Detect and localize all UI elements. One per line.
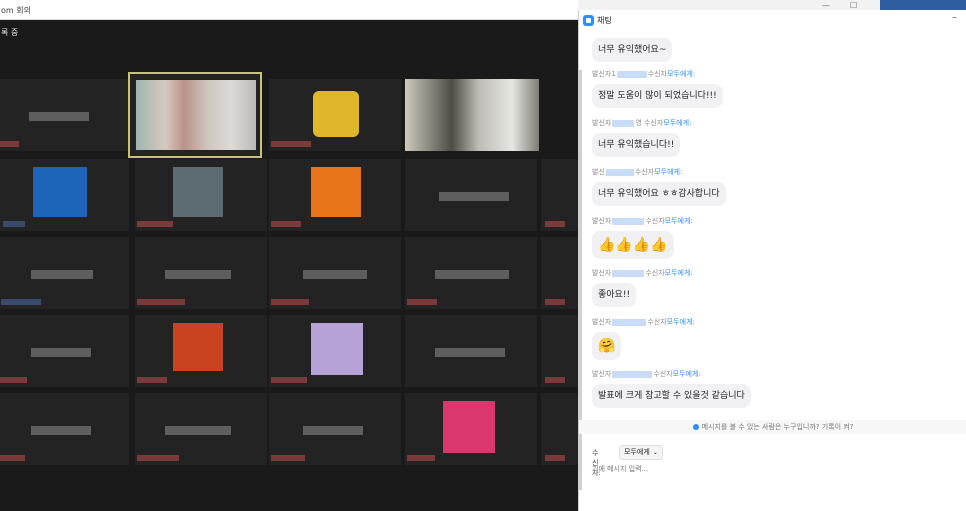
chat-header: 채팅 – bbox=[579, 10, 966, 30]
participant-avatar bbox=[33, 167, 87, 217]
chat-message-bubble: 너무 유익했어요~ bbox=[592, 38, 673, 62]
meeting-titlebar: om 회의 bbox=[0, 0, 578, 20]
participant-tile[interactable] bbox=[268, 236, 402, 310]
participant-tile[interactable] bbox=[268, 392, 402, 466]
chat-message-bubble: 🤗 bbox=[592, 332, 622, 360]
participant-tile[interactable] bbox=[404, 314, 538, 388]
chat-message-list: 너무 유익했어요~ 발신자1 수신자모두에게: 정말 도움이 많이 되었습니다!!… bbox=[579, 32, 966, 417]
chat-message-bubble: 👍👍👍👍 bbox=[592, 231, 674, 259]
participant-avatar bbox=[443, 401, 495, 453]
participant-tile[interactable] bbox=[268, 78, 402, 152]
sender-name: 발신 bbox=[592, 168, 605, 176]
background-window-edge bbox=[880, 0, 966, 10]
recipient-prefix: 영 수신자 bbox=[635, 119, 664, 127]
sender-name: 발신자 bbox=[592, 269, 612, 277]
participant-tile-speaking[interactable] bbox=[128, 72, 262, 158]
chat-panel: 채팅 – 너무 유익했어요~ 발신자1 수신자모두에게: 정말 도움이 많이 되었… bbox=[578, 10, 966, 511]
recipient-prefix: 수신자 bbox=[645, 217, 665, 225]
participant-avatar bbox=[173, 323, 223, 371]
chat-minimize-button[interactable]: – bbox=[952, 12, 957, 23]
participant-tile[interactable] bbox=[268, 314, 402, 388]
chat-message-bubble: 너무 유익했습니다!! bbox=[592, 133, 681, 157]
participant-avatar bbox=[313, 91, 359, 137]
chat-message-header: 발신자 수신자모두에게: bbox=[592, 216, 693, 226]
chat-message-header: 발신자 수신자모두에게: bbox=[592, 268, 693, 278]
recipient-everyone-link[interactable]: 모두에게: bbox=[663, 119, 691, 127]
recipient-prefix: 수신자 bbox=[634, 168, 655, 176]
sender-name: 발신자1 bbox=[592, 70, 616, 78]
chat-message-bubble: 정말 도움이 많이 되었습니다!!! bbox=[592, 84, 723, 108]
participant-tile[interactable] bbox=[0, 236, 130, 310]
recipient-everyone-link[interactable]: 모두에게: bbox=[654, 168, 682, 176]
people-icon bbox=[692, 424, 699, 430]
participant-tile[interactable] bbox=[404, 158, 538, 232]
recipient-everyone-link[interactable]: 모두에게: bbox=[673, 370, 701, 378]
participant-avatar bbox=[173, 167, 223, 217]
recipient-everyone-link[interactable]: 모두에게: bbox=[665, 217, 693, 225]
chat-title: 채팅 bbox=[597, 16, 612, 25]
participant-tile[interactable] bbox=[540, 236, 578, 310]
recipient-dropdown[interactable]: 모두에게 ⌄ bbox=[619, 445, 663, 460]
participant-tile[interactable] bbox=[0, 392, 130, 466]
participant-tile[interactable] bbox=[0, 78, 130, 152]
participant-avatar bbox=[311, 323, 363, 375]
chat-message-bubble: 발표에 크게 참고할 수 있을것 같습니다 bbox=[592, 384, 751, 408]
sender-name: 발신자 bbox=[592, 119, 612, 127]
recipient-everyone-link[interactable]: 모두에게: bbox=[667, 70, 695, 78]
maximize-icon[interactable]: ☐ bbox=[850, 1, 857, 10]
recipient-prefix: 수신자 bbox=[647, 318, 667, 326]
chat-message-header: 발신 수신자모두에게: bbox=[592, 167, 682, 177]
chat-message-header: 발신자 수신자모두에게: bbox=[592, 317, 695, 327]
participant-tile[interactable] bbox=[0, 314, 130, 388]
sender-name: 발신자 bbox=[592, 370, 612, 378]
recipient-everyone-link[interactable]: 모두에게: bbox=[667, 318, 695, 326]
chat-message-bubble: 너무 유익했어요 ㅎㅎ감사합니다 bbox=[592, 182, 726, 206]
participant-video bbox=[136, 80, 256, 150]
minimize-icon[interactable]: — bbox=[822, 1, 830, 10]
participant-tile[interactable] bbox=[404, 236, 538, 310]
chat-message-bubble: 좋아요!! bbox=[592, 283, 637, 307]
recording-label: 록 중 bbox=[1, 28, 19, 37]
recipient-prefix: 수신자 bbox=[645, 269, 665, 277]
recipient-prefix: 수신자 bbox=[653, 370, 673, 378]
participant-tile[interactable] bbox=[404, 392, 538, 466]
participant-tile[interactable] bbox=[134, 392, 268, 466]
meeting-window-title: om 회의 bbox=[1, 6, 31, 15]
chat-privacy-notice[interactable]: 메시지를 볼 수 있는 사람은 누구입니까? 기록이 켜? bbox=[579, 420, 966, 434]
participant-tile[interactable] bbox=[268, 158, 402, 232]
recipient-value: 모두에게 bbox=[624, 448, 650, 456]
participant-tile[interactable] bbox=[0, 158, 130, 232]
sender-name: 발신자 bbox=[592, 318, 612, 326]
recipient-prefix: 수신자 bbox=[647, 70, 668, 78]
chevron-down-icon: ⌄ bbox=[652, 449, 658, 456]
recipient-everyone-link[interactable]: 모두에게: bbox=[665, 269, 693, 277]
privacy-notice-text: 메시지를 볼 수 있는 사람은 누구입니까? 기록이 켜? bbox=[701, 423, 854, 431]
participant-tile[interactable] bbox=[134, 158, 268, 232]
participant-tile[interactable] bbox=[134, 236, 268, 310]
participant-tile[interactable] bbox=[540, 158, 578, 232]
chat-message-input[interactable] bbox=[590, 460, 954, 478]
chat-message-header: 발신자 수신자모두에게: bbox=[592, 369, 701, 379]
chat-message-header: 발신자1 수신자모두에게: bbox=[592, 69, 695, 79]
chat-message-header: 발신자 영 수신자모두에게: bbox=[592, 118, 691, 128]
participant-video bbox=[405, 79, 539, 151]
participant-tile[interactable] bbox=[134, 314, 268, 388]
sender-name: 발신자 bbox=[592, 217, 612, 225]
participant-tile[interactable] bbox=[404, 78, 539, 152]
participant-tile[interactable] bbox=[540, 314, 578, 388]
zoom-logo-icon bbox=[583, 15, 594, 26]
meeting-window: om 회의 록 중 bbox=[0, 0, 578, 511]
participant-tile[interactable] bbox=[540, 392, 578, 466]
participant-avatar bbox=[311, 167, 361, 217]
